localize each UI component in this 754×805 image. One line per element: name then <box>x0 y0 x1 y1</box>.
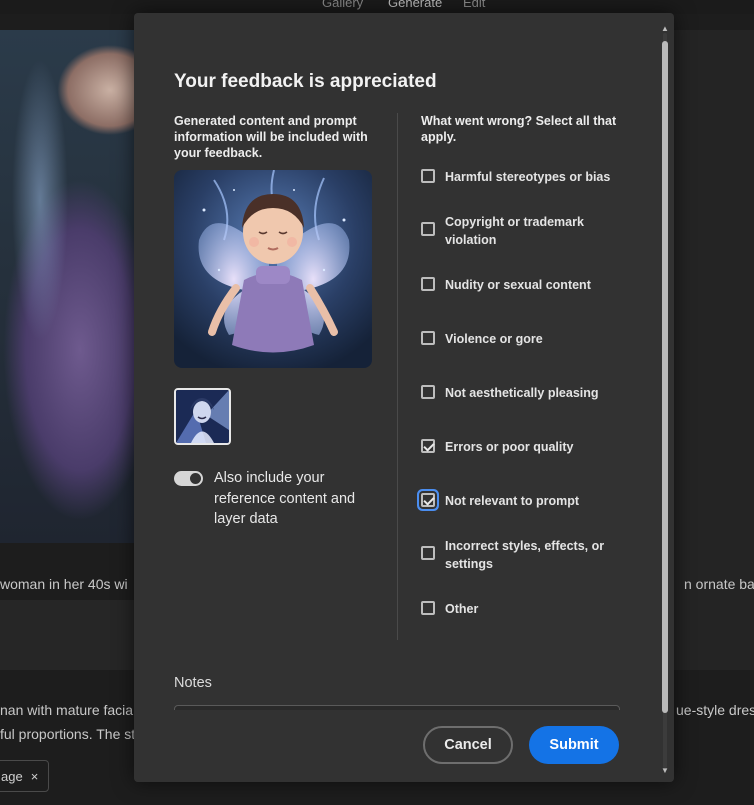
option-not-relevant[interactable]: Not relevant to prompt <box>421 492 631 510</box>
option-nudity[interactable]: Nudity or sexual content <box>421 276 631 294</box>
generated-content-image <box>174 170 372 368</box>
option-label: Copyright or trademark violation <box>445 215 584 247</box>
option-incorrect-styles[interactable]: Incorrect styles, effects, or settings <box>421 537 631 573</box>
question-title: What went wrong? Select all that apply. <box>421 114 617 144</box>
background-caption-left: woman in her 40s wi <box>0 576 128 592</box>
chip-label: age <box>1 768 23 784</box>
notes-label: Notes <box>174 675 212 691</box>
checkbox[interactable] <box>421 385 435 399</box>
dialog-title: Your feedback is appreciated <box>174 71 437 92</box>
scroll-up-icon[interactable]: ▲ <box>660 25 670 33</box>
checkbox[interactable] <box>421 222 435 236</box>
feedback-dialog: Your feedback is appreciated Generated c… <box>134 13 674 782</box>
background-description-line1: nan with mature facia <box>0 702 134 718</box>
nav-edit[interactable]: Edit <box>463 0 485 10</box>
checkbox[interactable] <box>421 169 435 183</box>
nav-gallery[interactable]: Gallery <box>322 0 363 10</box>
background-generated-image <box>0 30 135 543</box>
checkbox[interactable] <box>421 331 435 345</box>
scroll-down-icon[interactable]: ▼ <box>660 767 670 775</box>
checkbox-checked-focused[interactable] <box>421 493 435 507</box>
scrollbar-thumb[interactable] <box>662 41 668 713</box>
option-copyright-violation[interactable]: Copyright or trademark violation <box>421 213 631 249</box>
reference-image <box>176 390 229 443</box>
include-reference-toggle-row: Also include your reference content and … <box>174 468 374 530</box>
option-label: Not aesthetically pleasing <box>445 386 599 400</box>
checkbox[interactable] <box>421 277 435 291</box>
column-divider <box>397 113 398 640</box>
background-caption-right: n ornate baro <box>684 576 754 592</box>
top-navigation: Gallery Generate Edit <box>0 0 754 14</box>
submit-button[interactable]: Submit <box>529 726 619 764</box>
background-tag-chip[interactable]: age × <box>0 760 50 792</box>
background-panel <box>0 600 135 670</box>
fairy-child-illustration <box>174 170 372 368</box>
option-violence[interactable]: Violence or gore <box>421 330 631 348</box>
option-other[interactable]: Other <box>421 600 631 618</box>
include-reference-label: Also include your reference content and … <box>214 470 356 527</box>
option-label: Not relevant to prompt <box>445 494 580 508</box>
option-errors-quality[interactable]: Errors or poor quality <box>421 438 631 456</box>
checkbox[interactable] <box>421 546 435 560</box>
checkbox[interactable] <box>421 601 435 615</box>
dialog-scrollbar[interactable]: ▲ ▼ <box>660 25 670 775</box>
option-label: Violence or gore <box>445 332 543 346</box>
cancel-button[interactable]: Cancel <box>423 726 513 764</box>
option-harmful-stereotypes[interactable]: Harmful stereotypes or bias <box>421 168 631 186</box>
background-description-right: ue-style dres <box>676 702 754 718</box>
option-label: Errors or poor quality <box>445 440 574 454</box>
option-label: Incorrect styles, effects, or settings <box>445 539 605 571</box>
option-label: Nudity or sexual content <box>445 278 591 292</box>
checkbox-checked[interactable] <box>421 439 435 453</box>
background-panel-right <box>674 30 754 670</box>
nav-generate[interactable]: Generate <box>388 0 442 10</box>
option-not-aesthetic[interactable]: Not aesthetically pleasing <box>421 384 631 402</box>
dialog-footer: Cancel Submit <box>134 710 674 782</box>
chip-close-icon[interactable]: × <box>31 769 39 784</box>
include-reference-toggle[interactable] <box>174 471 203 486</box>
option-label: Harmful stereotypes or bias <box>445 170 611 184</box>
option-label: Other <box>445 602 479 616</box>
reference-content-thumbnail[interactable] <box>174 388 231 445</box>
info-note: Generated content and prompt information… <box>174 114 368 160</box>
background-description-line2: ful proportions. The st <box>0 726 136 742</box>
